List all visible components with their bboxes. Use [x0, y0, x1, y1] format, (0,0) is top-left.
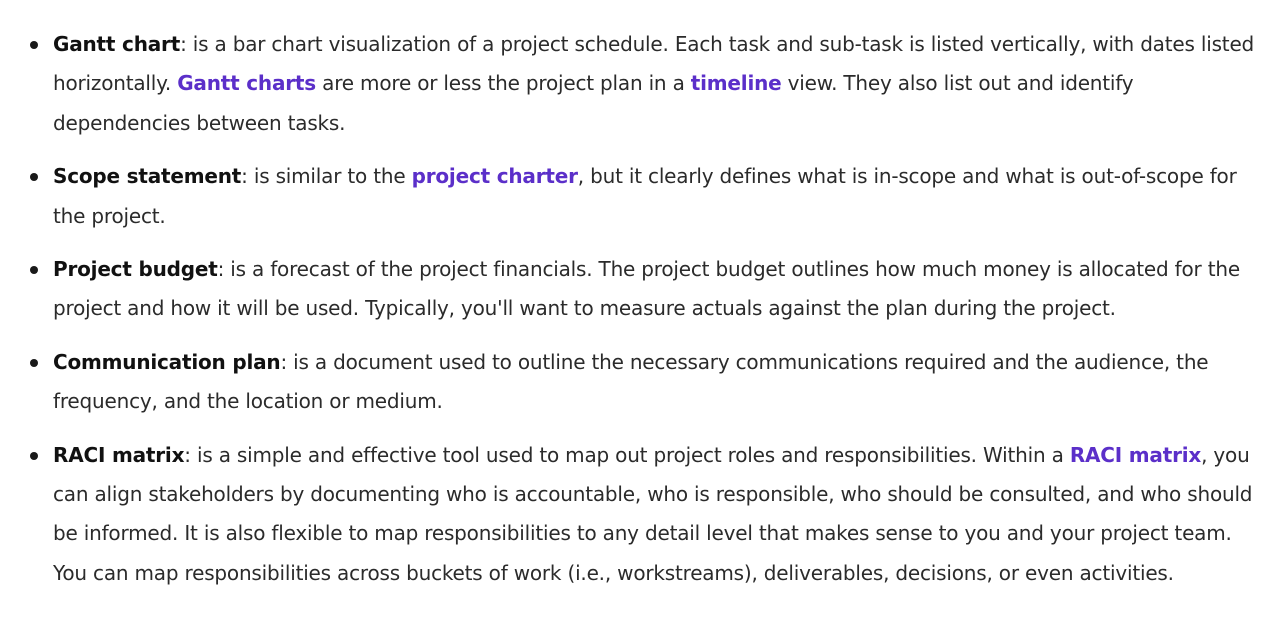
list-item-raci-matrix: RACI matrix: is a simple and effective t… — [0, 436, 1266, 594]
term-communication-plan: Communication plan — [53, 349, 281, 374]
list-item-gantt-chart: Gantt chart: is a bar chart visualizatio… — [0, 25, 1266, 143]
link-timeline[interactable]: timeline — [691, 71, 782, 95]
definition-text: are more or less the project plan in a — [315, 71, 691, 96]
list-item-project-budget: Project budget: is a forecast of the pro… — [0, 250, 1266, 329]
definition-text: : is a forecast of the project financial… — [53, 257, 1240, 321]
bullet-icon — [30, 451, 38, 460]
term-gantt-chart: Gantt chart — [53, 32, 181, 56]
definition-list: Gantt chart: is a bar chart visualizatio… — [0, 25, 1266, 607]
definition-text: : is similar to the — [241, 164, 412, 189]
term-raci-matrix: RACI matrix — [53, 442, 185, 467]
definition-text: : is a simple and effective tool used to… — [184, 442, 1070, 467]
article-content: Gantt chart: is a bar chart visualizatio… — [0, 0, 1266, 632]
bullet-icon — [30, 41, 38, 49]
link-raci-matrix[interactable]: RACI matrix — [1070, 443, 1201, 467]
term-scope-statement: Scope statement — [53, 164, 242, 189]
bullet-icon — [30, 358, 38, 367]
bullet-icon — [30, 266, 38, 275]
list-item-communication-plan: Communication plan: is a document used t… — [0, 343, 1266, 422]
link-gantt-charts[interactable]: Gantt charts — [177, 71, 316, 95]
link-project-charter[interactable]: project charter — [412, 164, 578, 188]
term-project-budget: Project budget — [53, 257, 218, 282]
bullet-icon — [30, 173, 38, 182]
list-item-scope-statement: Scope statement: is similar to the proje… — [0, 157, 1266, 236]
